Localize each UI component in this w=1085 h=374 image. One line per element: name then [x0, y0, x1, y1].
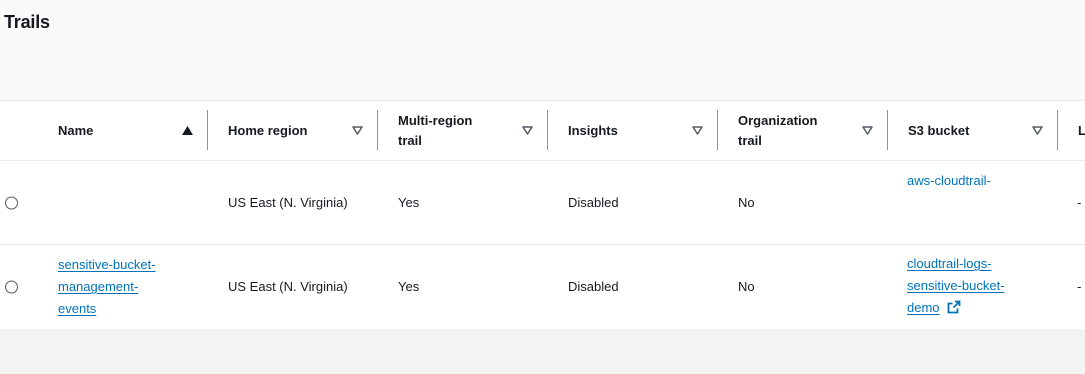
column-label-multi-region-line2: trail	[398, 132, 422, 148]
sort-ascending-icon[interactable]	[182, 101, 193, 160]
column-resizer[interactable]	[887, 110, 888, 150]
trails-header: Trails	[0, 0, 1085, 100]
s3-bucket-link-line-1[interactable]: cloudtrail-logs-	[907, 256, 992, 271]
trail-name-cell: sensitive-bucket- management- events	[58, 245, 156, 329]
sort-down-icon[interactable]	[1032, 101, 1043, 160]
column-header-s3-bucket[interactable]: S3 bucket	[908, 101, 1028, 160]
insights-cell: Disabled	[568, 279, 619, 294]
column-label-truncated: L	[1078, 122, 1085, 138]
column-resizer[interactable]	[377, 110, 378, 150]
column-header-organization[interactable]: Organization trail	[738, 101, 858, 160]
column-header-truncated[interactable]: L	[1078, 101, 1085, 160]
page-title: Trails	[4, 12, 50, 32]
s3-bucket-link-line-3[interactable]: demo	[907, 300, 940, 315]
column-resizer[interactable]	[1057, 110, 1058, 150]
table-row[interactable]: sensitive-bucket- management- events US …	[0, 245, 1085, 329]
trails-page: Trails Name Home region Multi-region tra…	[0, 0, 1085, 374]
multi-region-cell: Yes	[398, 279, 420, 294]
row-select-radio[interactable]	[5, 196, 18, 209]
column-resizer[interactable]	[717, 110, 718, 150]
home-region-cell: US East (N. Virginia)	[228, 279, 348, 294]
trail-name-link-line-3[interactable]: events	[58, 301, 96, 316]
external-link-icon[interactable]	[947, 299, 961, 321]
column-resizer[interactable]	[547, 110, 548, 150]
column-header-name[interactable]: Name	[58, 101, 178, 160]
truncated-cell: -	[1077, 194, 1082, 210]
organization-cell: No	[738, 194, 755, 210]
truncated-cell: -	[1077, 279, 1082, 294]
multi-region-cell: Yes	[398, 194, 420, 210]
sort-down-icon[interactable]	[862, 101, 873, 160]
column-label-insights: Insights	[568, 122, 618, 138]
trail-name-link-line-1[interactable]: sensitive-bucket-	[58, 257, 156, 272]
trails-table: Name Home region Multi-region trail Insi…	[0, 100, 1085, 330]
column-label-s3-bucket: S3 bucket	[908, 122, 970, 138]
column-header-insights[interactable]: Insights	[568, 101, 688, 160]
s3-bucket-link-line-2[interactable]: sensitive-bucket-	[907, 278, 1005, 293]
row-select-radio[interactable]	[5, 280, 18, 294]
organization-cell: No	[738, 279, 755, 294]
insights-cell: Disabled	[568, 194, 619, 210]
column-label-organization-line2: trail	[738, 132, 762, 148]
column-label-multi-region-line1: Multi-region	[398, 112, 473, 128]
column-label-home-region: Home region	[228, 122, 308, 138]
s3-bucket-cell: aws-cloudtrail-	[907, 161, 991, 244]
column-header-multi-region[interactable]: Multi-region trail	[398, 101, 518, 160]
sort-down-icon[interactable]	[522, 101, 533, 160]
s3-bucket-link[interactable]: aws-cloudtrail-	[907, 173, 991, 188]
sort-down-icon[interactable]	[692, 101, 703, 160]
trail-name-link-line-2[interactable]: management-	[58, 279, 138, 294]
table-header: Name Home region Multi-region trail Insi…	[0, 101, 1085, 161]
home-region-cell: US East (N. Virginia)	[228, 194, 348, 210]
s3-bucket-cell: cloudtrail-logs- sensitive-bucket- demo	[907, 245, 1005, 329]
sort-down-icon[interactable]	[352, 101, 363, 160]
column-resizer[interactable]	[207, 110, 208, 150]
column-header-home-region[interactable]: Home region	[228, 101, 348, 160]
column-label-organization-line1: Organization	[738, 112, 818, 128]
table-row[interactable]: US East (N. Virginia) Yes Disabled No aw…	[0, 161, 1085, 245]
column-label-name: Name	[58, 122, 94, 138]
page-footer-area	[0, 329, 1085, 374]
